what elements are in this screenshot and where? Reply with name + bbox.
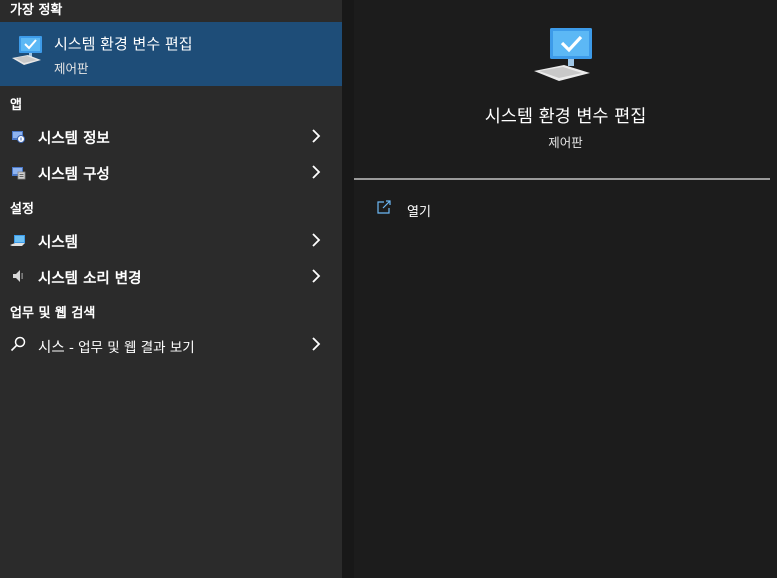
web-search-label: 시스 - 업무 및 웹 결과 보기 — [38, 336, 195, 357]
system-environment-icon — [12, 36, 42, 65]
app-item-system-config[interactable]: 시스템 구성 — [0, 155, 342, 189]
system-config-icon — [12, 167, 26, 180]
web-search-item[interactable]: 시스 - 업무 및 웹 결과 보기 — [0, 327, 342, 361]
chevron-right-icon[interactable] — [310, 233, 322, 247]
chevron-right-icon[interactable] — [310, 269, 322, 283]
settings-item-label: 시스템 — [38, 235, 79, 251]
open-action[interactable]: 열기 — [376, 198, 596, 220]
web-search-header: 업무 및 웹 검색 — [10, 306, 96, 321]
best-match-title: 시스템 환경 변수 편집 — [54, 35, 193, 53]
best-match-item[interactable]: 시스템 환경 변수 편집 제어판 — [0, 22, 342, 86]
panel-separator — [342, 0, 354, 578]
app-item-system-info[interactable]: 시스템 정보 — [0, 119, 342, 153]
app-item-label: 시스템 정보 — [38, 131, 110, 147]
settings-header: 설정 — [10, 202, 34, 217]
system-info-icon — [12, 131, 25, 143]
web-search-suffix: - 업무 및 웹 결과 보기 — [64, 340, 195, 356]
app-item-label: 시스템 구성 — [38, 167, 110, 183]
web-search-query: 시스 — [38, 340, 65, 356]
chevron-right-icon[interactable] — [310, 129, 322, 143]
open-external-icon — [377, 200, 391, 214]
settings-item-system[interactable]: 시스템 — [0, 223, 342, 257]
system-environment-large-icon — [534, 28, 592, 81]
open-action-label: 열기 — [407, 205, 431, 220]
chevron-right-icon[interactable] — [310, 165, 322, 179]
preview-subtitle: 제어판 — [548, 135, 583, 150]
best-match-subtitle: 제어판 — [54, 61, 89, 76]
best-match-header: 가장 정확 — [10, 3, 63, 18]
search-icon — [10, 336, 26, 352]
chevron-right-icon[interactable] — [310, 337, 322, 351]
settings-item-sound[interactable]: 시스템 소리 변경 — [0, 259, 342, 293]
settings-item-label: 시스템 소리 변경 — [38, 271, 142, 287]
laptop-icon — [10, 235, 25, 246]
apps-header: 앱 — [10, 98, 22, 113]
preview-panel: 시스템 환경 변수 편집 제어판 열기 — [354, 0, 777, 578]
speaker-icon — [13, 270, 23, 282]
preview-divider — [354, 178, 770, 180]
preview-title: 시스템 환경 변수 편집 — [484, 107, 647, 127]
search-results-panel: 가장 정확 시스템 환경 변수 편집 제어판 앱 시스템 정보 시스템 구성 설… — [0, 0, 342, 578]
